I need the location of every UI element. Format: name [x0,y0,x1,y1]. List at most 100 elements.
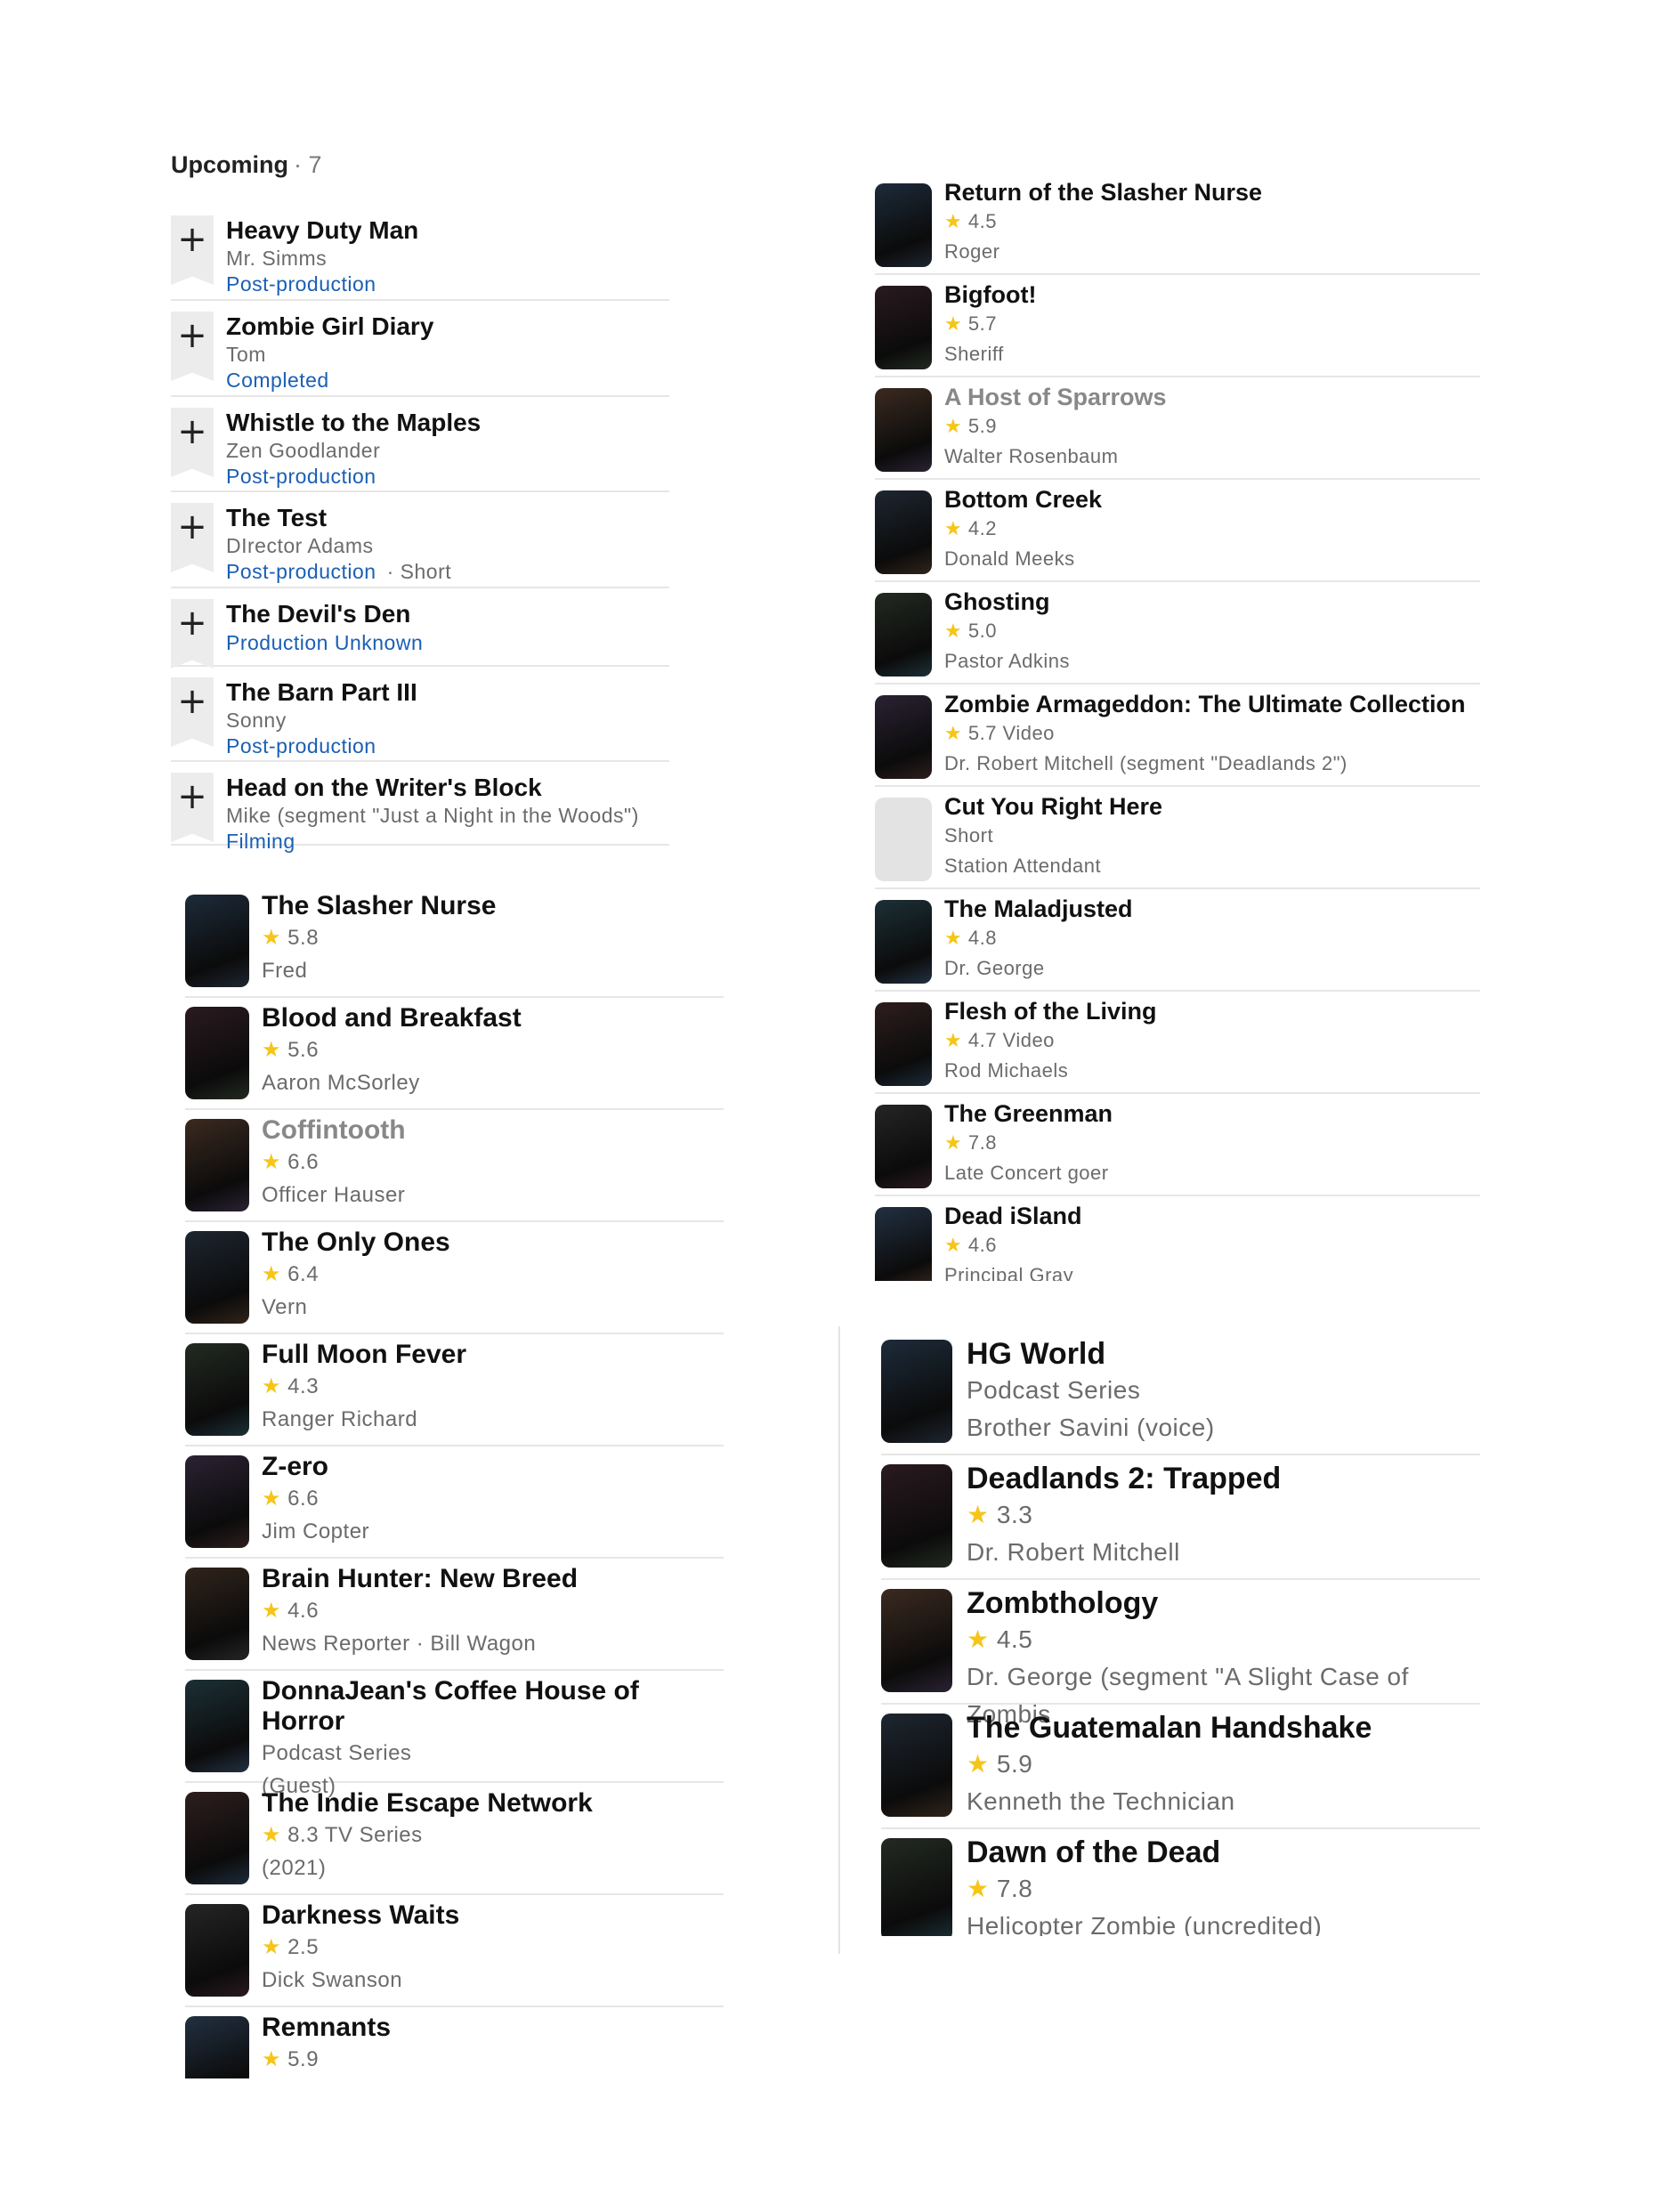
credit-row[interactable]: Bigfoot! ★ 5.7 Sheriff [875,275,1480,377]
credit-title[interactable]: HG World [967,1336,1215,1372]
poster-image[interactable] [875,1207,932,1281]
credit-row[interactable]: Full Moon Fever ★ 4.3 Ranger Richard [185,1334,724,1446]
upcoming-item-title[interactable]: Head on the Writer's Block [226,773,639,803]
poster-image[interactable] [881,1589,952,1692]
credit-row[interactable]: HG World Podcast Series Brother Savini (vo… [881,1331,1480,1455]
poster-placeholder-icon[interactable] [875,798,932,881]
credit-row[interactable]: Remnants★ 5.9Sean Nimzer [185,2007,724,2078]
credit-title[interactable]: Brain Hunter: New Breed [262,1564,578,1594]
credit-title[interactable]: Deadlands 2: Trapped [967,1461,1281,1496]
credit-title[interactable]: Coffintooth [262,1115,406,1146]
credit-title[interactable]: A Host of Sparrows [944,383,1167,411]
credit-title[interactable]: The Greenman [944,1099,1113,1128]
upcoming-item-title[interactable]: Zombie Girl Diary [226,312,433,342]
poster-image[interactable] [881,1714,952,1817]
poster-image[interactable] [185,1455,249,1548]
credit-title[interactable]: Cut You Right Here [944,792,1162,821]
credit-row[interactable]: Flesh of the Living ★ 4.7 Video Rod Michae… [875,992,1480,1094]
upcoming-item[interactable]: + The Devil's Den Production Unknown [171,588,669,668]
upcoming-item[interactable]: + The Test DIrector Adams Post-production · … [171,492,669,588]
poster-image[interactable] [185,895,249,987]
poster-image[interactable] [185,1119,249,1211]
credit-title[interactable]: Bigfoot! [944,280,1036,309]
poster-image[interactable] [185,1680,249,1772]
credit-row[interactable]: Zombthology ★ 4.5 Dr. George (segment "A S… [881,1580,1480,1728]
poster-image[interactable] [875,900,932,984]
upcoming-item-title[interactable]: The Devil's Den [226,599,423,629]
credit-row[interactable]: Coffintooth ★ 6.6 Officer Hauser [185,1110,724,1222]
add-to-watchlist-button[interactable]: + [171,312,214,381]
poster-image[interactable] [185,2016,249,2078]
poster-image[interactable] [875,1002,932,1086]
credit-row[interactable]: The Greenman ★ 7.8 Late Concert goer [875,1094,1480,1196]
credit-title[interactable]: Remnants [262,2013,391,2043]
credit-title[interactable]: Dead iSland [944,1202,1082,1230]
credit-row[interactable]: Dawn of the Dead ★ 7.8 Helicopter Zombie (… [881,1829,1480,1936]
credit-row[interactable]: Dead iSland ★ 4.6 Principal Gray [875,1196,1480,1281]
credit-title[interactable]: The Slasher Nurse [262,891,496,921]
poster-image[interactable] [881,1838,952,1936]
upcoming-item[interactable]: + Whistle to the Maples Zen Goodlander Post… [171,397,669,492]
poster-image[interactable] [185,1231,249,1324]
upcoming-item[interactable]: + Zombie Girl Diary Tom Completed [171,301,669,397]
credit-row[interactable]: Deadlands 2: Trapped ★ 3.3 Dr. Robert Mitc… [881,1455,1480,1580]
credit-title[interactable]: Z-ero [262,1452,369,1482]
upcoming-item[interactable]: + The Barn Part III Sonny Post-production [171,667,669,762]
poster-image[interactable] [875,695,932,779]
upcoming-item-title[interactable]: Heavy Duty Man [226,215,418,246]
credit-title[interactable]: The Only Ones [262,1228,450,1258]
credit-row[interactable]: Blood and Breakfast ★ 5.6 Aaron McSorley [185,998,724,1110]
poster-image[interactable] [875,490,932,574]
poster-image[interactable] [185,1343,249,1436]
credit-row[interactable]: DonnaJean's Coffee House of Horror Podcas… [185,1671,724,1798]
add-to-watchlist-button[interactable]: + [171,503,214,572]
credit-title[interactable]: Blood and Breakfast [262,1003,522,1033]
poster-image[interactable] [875,1105,932,1188]
credit-title[interactable]: Ghosting [944,587,1070,616]
poster-image[interactable] [875,388,932,472]
upcoming-item-title[interactable]: The Barn Part III [226,677,417,708]
poster-image[interactable] [875,183,932,267]
poster-image[interactable] [185,1568,249,1660]
credit-title[interactable]: The Indie Escape Network [262,1788,593,1819]
poster-image[interactable] [185,1904,249,1997]
credit-title[interactable]: Zombie Armageddon: The Ultimate Collecti… [944,690,1466,718]
credit-title[interactable]: Flesh of the Living [944,997,1157,1025]
credit-row[interactable]: Cut You Right Here Short Station Attendant [875,787,1480,889]
credit-row[interactable]: Z-ero ★ 6.6 Jim Copter [185,1446,724,1559]
credit-title[interactable]: Zombthology [967,1585,1480,1621]
poster-image[interactable] [185,1792,249,1884]
poster-image[interactable] [185,1007,249,1099]
credit-title[interactable]: Return of the Slasher Nurse [944,178,1262,207]
poster-image[interactable] [881,1464,952,1568]
credit-row[interactable]: The Maladjusted ★ 4.8 Dr. George [875,889,1480,992]
poster-image[interactable] [875,593,932,677]
credit-row[interactable]: The Only Ones ★ 6.4 Vern [185,1222,724,1334]
poster-image[interactable] [881,1340,952,1443]
credit-title[interactable]: The Maladjusted [944,895,1133,923]
credit-row[interactable]: Ghosting ★ 5.0 Pastor Adkins [875,582,1480,685]
credit-title[interactable]: The Guatemalan Handshake [967,1710,1372,1746]
poster-image[interactable] [875,286,932,369]
credit-title[interactable]: Dawn of the Dead [967,1835,1322,1870]
credit-title[interactable]: Full Moon Fever [262,1340,466,1370]
add-to-watchlist-button[interactable]: + [171,408,214,477]
credit-row[interactable]: Return of the Slasher Nurse ★ 4.5 Roger [875,173,1480,275]
credit-row[interactable]: Darkness Waits ★ 2.5 Dick Swanson [185,1895,724,2007]
upcoming-item-title[interactable]: The Test [226,503,451,533]
credit-title[interactable]: DonnaJean's Coffee House of Horror [262,1676,724,1737]
credit-title[interactable]: Bottom Creek [944,485,1102,514]
upcoming-item[interactable]: + Head on the Writer's Block Mike (segment… [171,762,669,853]
credit-row[interactable]: Brain Hunter: New Breed ★ 4.6 News Reporte… [185,1559,724,1671]
add-to-watchlist-button[interactable]: + [171,677,214,747]
credit-row[interactable]: Bottom Creek ★ 4.2 Donald Meeks [875,480,1480,582]
add-to-watchlist-button[interactable]: + [171,215,214,285]
credit-row[interactable]: The Slasher Nurse ★ 5.8 Fred [185,886,724,998]
add-to-watchlist-button[interactable]: + [171,773,214,842]
add-to-watchlist-button[interactable]: + [171,599,214,668]
credit-row[interactable]: A Host of Sparrows ★ 5.9 Walter Rosenbaum [875,377,1480,480]
upcoming-item[interactable]: + Heavy Duty Man Mr. Simms Post-production [171,205,669,301]
upcoming-item-title[interactable]: Whistle to the Maples [226,408,481,438]
credit-row[interactable]: Zombie Armageddon: The Ultimate Collecti… [875,685,1480,787]
credit-title[interactable]: Darkness Waits [262,1900,459,1931]
